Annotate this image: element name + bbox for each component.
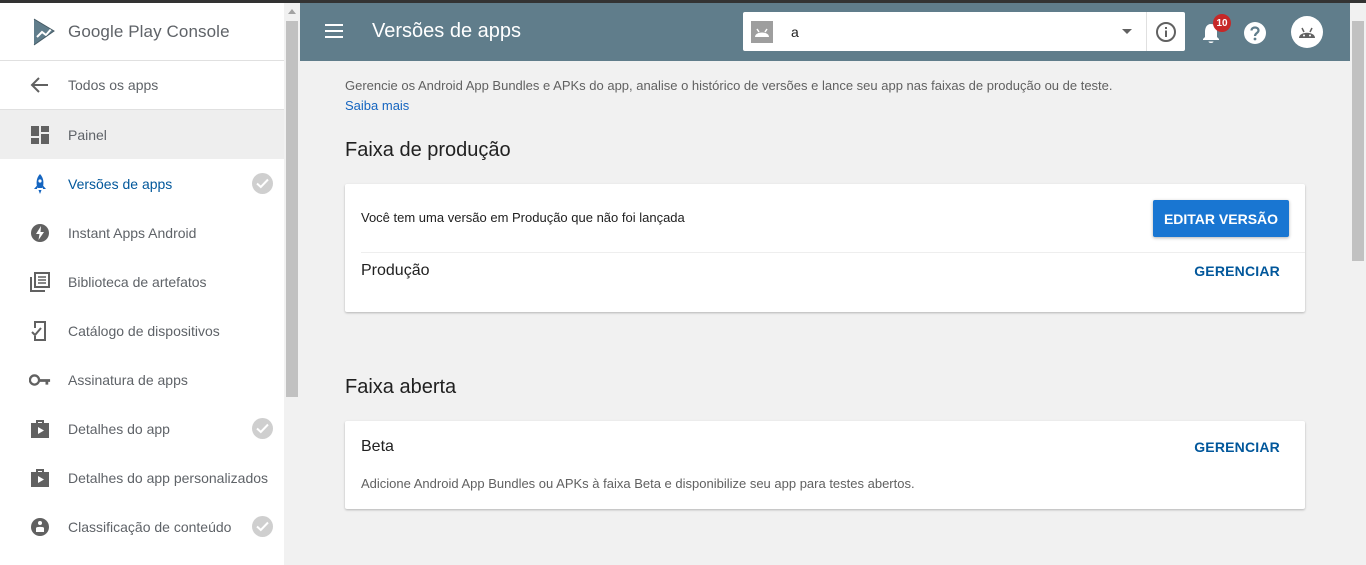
sidebar-item-detalhes-do-app-personalizados[interactable]: Detalhes do app personalizados: [0, 453, 284, 502]
production-track-card: Você tem uma versão em Produção que não …: [345, 184, 1305, 312]
key-icon: [29, 369, 51, 391]
sidebar-item-instant-apps[interactable]: Instant Apps Android: [0, 208, 284, 257]
bolt-icon: [29, 222, 51, 244]
sidebar-item-detalhes-do-app[interactable]: Detalhes do app: [0, 404, 284, 453]
arrow-back-icon: [29, 74, 51, 96]
library-icon: [29, 271, 51, 293]
manage-beta-button[interactable]: GERENCIAR: [1194, 439, 1280, 455]
store-icon: [29, 467, 51, 489]
production-section-title: Faixa de produção: [345, 139, 511, 161]
scroll-up-arrow-icon[interactable]: [288, 9, 296, 14]
sidebar-item-label: Catálogo de dispositivos: [68, 322, 220, 339]
sidebar-item-catalogo-de-dispositivos[interactable]: Catálogo de dispositivos: [0, 306, 284, 355]
sidebar-item-label: Painel: [68, 126, 107, 143]
sidebar-item-assinatura-de-apps[interactable]: Assinatura de apps: [0, 355, 284, 404]
sidebar-item-versoes-de-apps[interactable]: Versões de apps: [0, 159, 284, 208]
beta-track-note: Adicione Android App Bundles ou APKs à f…: [361, 476, 915, 491]
app-selector[interactable]: a: [743, 12, 1185, 51]
info-icon[interactable]: [1147, 12, 1185, 51]
sidebar-item-label: Classificação de conteúdo: [68, 518, 232, 535]
sidebar-item-classificacao-de-conteudo[interactable]: Classificação de conteúdo: [0, 502, 284, 551]
open-track-section-title: Faixa aberta: [345, 376, 457, 398]
menu-icon[interactable]: [325, 24, 343, 38]
help-icon[interactable]: [1243, 21, 1267, 45]
manage-production-button[interactable]: GERENCIAR: [1194, 263, 1280, 279]
learn-more-link[interactable]: Saiba mais: [345, 98, 409, 113]
edit-version-button[interactable]: EDITAR VERSÃO: [1153, 200, 1289, 237]
logo[interactable]: Google Play Console: [0, 3, 284, 61]
sidebar-item-biblioteca-de-artefatos[interactable]: Biblioteca de artefatos: [0, 257, 284, 306]
sidebar-item-label: Assinatura de apps: [68, 371, 188, 388]
sidebar-item-painel[interactable]: Painel: [0, 110, 284, 159]
unreleased-version-message: Você tem uma versão em Produção que não …: [361, 210, 685, 225]
main-content: Gerencie os Android App Bundles e APKs d…: [300, 61, 1350, 565]
main-scrollbar-thumb[interactable]: [1352, 21, 1364, 261]
chevron-down-icon[interactable]: [1122, 29, 1132, 34]
window-top-border: [0, 0, 1366, 3]
android-app-icon: [751, 20, 773, 43]
sidebar-item-label: Detalhes do app personalizados: [68, 469, 269, 486]
sidebar-scrollbar[interactable]: [284, 3, 300, 565]
sidebar-scrollbar-thumb[interactable]: [286, 21, 298, 397]
beta-track-card: Beta GERENCIAR Adicione Android App Bund…: [345, 421, 1305, 509]
back-label: Todos os apps: [68, 77, 159, 93]
check-icon: [252, 516, 273, 537]
content-rating-icon: [29, 516, 51, 538]
device-catalog-icon: [29, 320, 51, 342]
store-icon: [29, 418, 51, 440]
card-divider: [361, 252, 1305, 253]
beta-track-name: Beta: [361, 438, 394, 455]
sidebar-item-label: Detalhes do app: [68, 420, 170, 437]
rocket-icon: [29, 173, 51, 195]
page-description: Gerencie os Android App Bundles e APKs d…: [345, 78, 1113, 93]
app-selector-value: a: [791, 23, 799, 40]
android-avatar-icon: [1299, 27, 1315, 38]
sidebar-item-label: Biblioteca de artefatos: [68, 273, 207, 290]
sidebar-item-label: Versões de apps: [68, 175, 173, 192]
production-track-name: Produção: [361, 262, 430, 279]
sidebar: Google Play Console Todos os apps Painel…: [0, 3, 284, 565]
check-icon: [252, 418, 273, 439]
page-title: Versões de apps: [372, 20, 521, 42]
sidebar-item-label: Instant Apps Android: [68, 224, 197, 241]
top-app-bar: Versões de apps a 10: [300, 3, 1350, 61]
check-icon: [252, 173, 273, 194]
logo-text-console: Console: [166, 21, 230, 41]
logo-text-play: Google Play: [68, 21, 162, 41]
dashboard-icon: [29, 124, 51, 146]
back-to-all-apps[interactable]: Todos os apps: [0, 61, 284, 110]
account-avatar[interactable]: [1291, 16, 1323, 48]
play-console-logo-icon: [33, 18, 58, 45]
notification-badge: 10: [1213, 14, 1231, 32]
main-scrollbar[interactable]: [1350, 3, 1366, 565]
